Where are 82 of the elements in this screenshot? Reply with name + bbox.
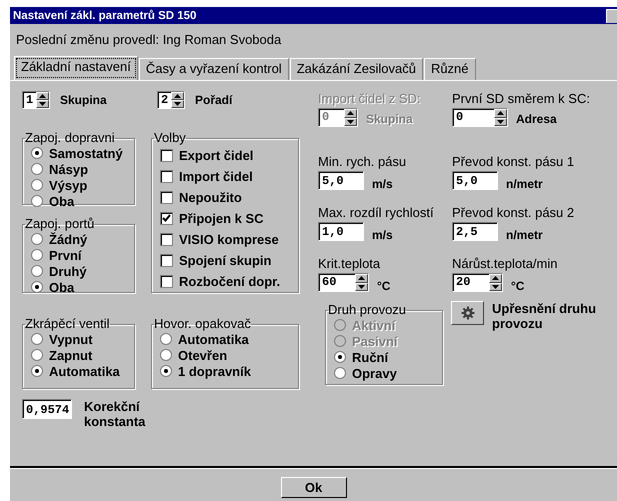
radio-option[interactable]: Opravy — [334, 365, 442, 381]
up-arrow-icon — [497, 111, 504, 116]
down-arrow-icon — [358, 284, 365, 289]
input-field[interactable]: 1,0 — [318, 222, 364, 241]
correction-label: Korekční konstanta — [84, 399, 146, 429]
group-title: Zapoj. portů — [25, 217, 94, 231]
field-label: Krit.teplota — [318, 256, 382, 273]
field-label: Nárůst.teplota/min — [452, 256, 558, 273]
radio-option[interactable]: Otevřen — [160, 347, 298, 363]
correction-field[interactable]: 0,9574 — [22, 399, 72, 419]
check-icon — [162, 214, 171, 223]
ok-button[interactable]: Ok — [280, 477, 346, 498]
tab[interactable]: Zakázání Zesilovačů — [290, 58, 423, 80]
checkbox-option[interactable]: Import čidel — [160, 166, 298, 187]
spin-label: Pořadí — [195, 92, 232, 107]
down-arrow-icon — [347, 120, 354, 124]
unit-label: n/metr — [506, 227, 543, 242]
checkbox-option[interactable]: Export čidel — [160, 145, 298, 166]
group-title: Volby — [154, 131, 186, 145]
gear-icon — [460, 306, 474, 320]
tab[interactable]: Základní nastavení — [14, 56, 138, 80]
radio-option[interactable]: Zapnut — [31, 347, 134, 363]
last-change-text: Poslední změnu provedl: Ing Roman Svoboda — [15, 31, 282, 49]
unit-label: m/s — [372, 227, 393, 242]
radio-option[interactable]: Výsyp — [31, 177, 134, 193]
tab[interactable]: Různé — [424, 58, 476, 80]
unit-label: °C — [377, 278, 390, 293]
unit-label: n/metr — [506, 176, 543, 191]
section-title: Import čidel z SD: — [318, 91, 422, 108]
field-label: Převod konst. pásu 2 — [452, 205, 576, 222]
up-arrow-icon — [174, 94, 181, 98]
radio-option[interactable]: Druhý — [31, 263, 134, 279]
checkbox-option[interactable]: Spojení skupin — [160, 250, 298, 271]
spin-label: Skupina — [366, 111, 413, 126]
spin-field[interactable]: 2 — [157, 91, 185, 109]
radio-option[interactable]: Automatika — [31, 363, 134, 379]
group-title: Zkrápěcí ventil — [25, 317, 110, 331]
tab[interactable]: Časy a vyřazení kontrol — [138, 58, 289, 80]
input-field[interactable]: 5,0 — [452, 171, 498, 190]
spin-label: Adresa — [516, 111, 557, 126]
radio-option[interactable]: Samostatný — [31, 145, 134, 161]
up-arrow-icon — [492, 276, 499, 280]
down-arrow-icon — [492, 284, 499, 289]
radio-option[interactable]: První — [31, 247, 134, 263]
spin-field[interactable]: 60 — [318, 273, 369, 292]
mode-detail-label: Upřesnění druhu provozu — [492, 301, 598, 333]
settings-button[interactable] — [451, 301, 484, 325]
radio-option[interactable]: Automatika — [160, 331, 298, 347]
close-button[interactable] — [606, 8, 617, 22]
section-title: První SD směrem k SC: — [452, 91, 591, 108]
up-arrow-icon — [347, 111, 354, 116]
up-arrow-icon — [39, 94, 46, 98]
radio-option[interactable]: Vypnut — [31, 331, 134, 347]
checkbox-option[interactable]: Rozbočení dopr. — [160, 271, 298, 292]
input-field[interactable]: 2,5 — [452, 222, 498, 241]
radio-option[interactable]: 1 dopravník — [160, 363, 298, 379]
checkbox-option[interactable]: Nepoužito — [160, 187, 298, 208]
radio-option[interactable]: Ruční — [334, 349, 442, 365]
radio-option[interactable]: Oba — [31, 193, 134, 209]
down-arrow-icon — [39, 102, 46, 106]
unit-label: m/s — [372, 176, 393, 191]
spin-field[interactable]: 0 — [452, 108, 508, 127]
group-title: Zapoj. dopravni — [25, 131, 115, 145]
spin-field[interactable]: 20 — [452, 273, 503, 292]
down-arrow-icon — [497, 120, 504, 124]
spin-field[interactable]: 1 — [22, 91, 50, 109]
up-arrow-icon — [358, 276, 365, 280]
field-label: Min. rych. pásu — [318, 154, 408, 171]
window-title: Nastavení zákl. parametrů SD 150 — [13, 10, 196, 22]
group-title: Druh provozu — [328, 303, 406, 317]
checkbox-option[interactable]: VISIO komprese — [160, 229, 298, 250]
field-label: Převod konst. pásu 1 — [452, 154, 576, 171]
unit-label: °C — [511, 278, 524, 293]
group-title: Hovor. opakovač — [154, 317, 251, 331]
down-arrow-icon — [174, 102, 181, 106]
radio-option[interactable]: Násyp — [31, 161, 134, 177]
radio-option[interactable]: Oba — [31, 279, 134, 295]
spin-label: Skupina — [60, 92, 107, 107]
input-field[interactable]: 5,0 — [318, 171, 364, 190]
radio-option[interactable]: Žádný — [31, 231, 134, 247]
field-label: Max. rozdíl rychlostí — [318, 205, 435, 222]
checkbox-option[interactable]: Připojen k SC — [160, 208, 298, 229]
